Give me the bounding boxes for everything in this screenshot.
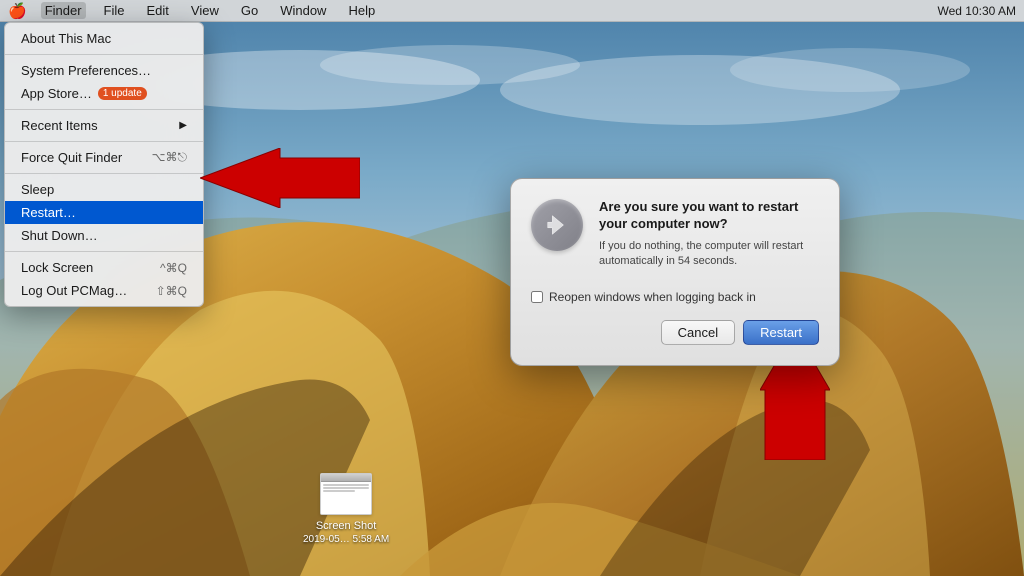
- menu-separator-4: [5, 173, 203, 174]
- menu-about-this-mac[interactable]: About This Mac: [5, 27, 203, 50]
- menubar-go[interactable]: Go: [237, 2, 262, 19]
- thumbnail-line: [323, 484, 369, 486]
- update-badge: 1 update: [98, 87, 147, 100]
- thumbnail-header: [321, 474, 371, 482]
- menubar-view[interactable]: View: [187, 2, 223, 19]
- thumbnail-line: [323, 490, 355, 492]
- menu-restart[interactable]: Restart…: [5, 201, 203, 224]
- dialog-checkbox-row: Reopen windows when logging back in: [531, 290, 819, 304]
- reopen-windows-label[interactable]: Reopen windows when logging back in: [549, 290, 756, 304]
- menubar-right: Wed 10:30 AM: [938, 4, 1017, 18]
- dialog-body: If you do nothing, the computer will res…: [599, 239, 819, 270]
- screenshot-thumbnail: [320, 473, 372, 515]
- restart-button[interactable]: Restart: [743, 320, 819, 345]
- menu-separator-5: [5, 251, 203, 252]
- restart-icon: [531, 199, 583, 251]
- screenshot-label: Screen Shot 2019-05… 5:58 AM: [303, 519, 389, 546]
- dialog-content: Are you sure you want to restart your co…: [531, 199, 819, 274]
- apple-menu-trigger[interactable]: 🍎: [8, 2, 27, 20]
- menubar-help[interactable]: Help: [344, 2, 379, 19]
- menubar-file[interactable]: File: [100, 2, 129, 19]
- menubar-clock: Wed 10:30 AM: [938, 4, 1017, 18]
- thumbnail-body: [321, 482, 371, 514]
- dialog-title: Are you sure you want to restart your co…: [599, 199, 819, 233]
- dialog-buttons: Cancel Restart: [531, 320, 819, 345]
- apple-dropdown-menu: About This Mac System Preferences… App S…: [4, 22, 204, 307]
- thumbnail-line: [323, 487, 369, 489]
- dialog-text-area: Are you sure you want to restart your co…: [599, 199, 819, 274]
- menu-shutdown[interactable]: Shut Down…: [5, 224, 203, 247]
- menu-system-preferences[interactable]: System Preferences…: [5, 59, 203, 82]
- reopen-windows-checkbox[interactable]: [531, 291, 543, 303]
- menu-force-quit[interactable]: Force Quit Finder ⌥⌘⎋: [5, 146, 203, 169]
- restart-icon-svg: [543, 211, 571, 239]
- submenu-arrow-icon: ▶: [179, 120, 187, 131]
- logout-shortcut: ⇧⌘Q: [156, 284, 187, 298]
- menubar: 🍎 Finder File Edit View Go Window Help W…: [0, 0, 1024, 22]
- menubar-window[interactable]: Window: [276, 2, 330, 19]
- menu-lock-screen[interactable]: Lock Screen ^⌘Q: [5, 256, 203, 279]
- menu-recent-items[interactable]: Recent Items ▶: [5, 114, 203, 137]
- restart-dialog: Are you sure you want to restart your co…: [510, 178, 840, 366]
- screenshot-desktop-icon[interactable]: Screen Shot 2019-05… 5:58 AM: [303, 473, 389, 546]
- force-quit-shortcut: ⌥⌘⎋: [152, 150, 187, 165]
- arrow-left-indicator: [200, 148, 360, 213]
- lock-screen-shortcut: ^⌘Q: [160, 261, 187, 275]
- menubar-finder[interactable]: Finder: [41, 2, 86, 19]
- menu-app-store[interactable]: App Store… 1 update: [5, 82, 203, 105]
- menu-logout[interactable]: Log Out PCMag… ⇧⌘Q: [5, 279, 203, 302]
- app-store-with-badge: App Store… 1 update: [21, 86, 147, 101]
- cancel-button[interactable]: Cancel: [661, 320, 735, 345]
- menubar-edit[interactable]: Edit: [143, 2, 173, 19]
- menu-separator-3: [5, 141, 203, 142]
- menu-sleep[interactable]: Sleep: [5, 178, 203, 201]
- menu-separator-1: [5, 54, 203, 55]
- menu-separator-2: [5, 109, 203, 110]
